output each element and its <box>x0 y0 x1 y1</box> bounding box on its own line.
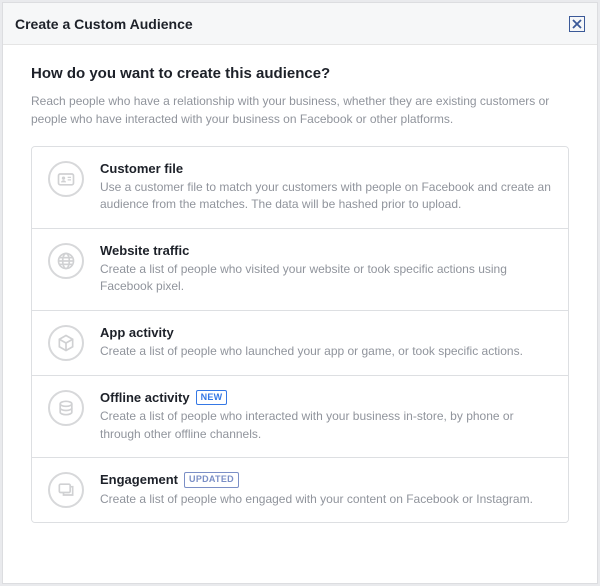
option-text: Offline activity NEW Create a list of peop… <box>100 390 552 443</box>
option-id-card[interactable]: Customer file Use a customer file to matc… <box>32 147 568 229</box>
option-cube[interactable]: App activity Create a list of people who … <box>32 311 568 376</box>
option-text: Website traffic Create a list of people w… <box>100 243 552 296</box>
subtitle-text: Reach people who have a relationship wit… <box>31 92 569 128</box>
option-text: App activity Create a list of people who … <box>100 325 552 360</box>
option-title: Website traffic <box>100 243 189 258</box>
option-description: Create a list of people who launched you… <box>100 343 552 360</box>
options-list: Customer file Use a customer file to matc… <box>31 146 569 523</box>
close-button[interactable] <box>569 16 585 32</box>
option-text: Customer file Use a customer file to matc… <box>100 161 552 214</box>
option-title-row: Offline activity NEW <box>100 390 552 406</box>
option-title-row: Customer file <box>100 161 552 176</box>
option-description: Create a list of people who engaged with… <box>100 491 552 508</box>
engagement-icon <box>48 472 84 508</box>
option-title-row: App activity <box>100 325 552 340</box>
create-custom-audience-modal: Create a Custom Audience How do you want… <box>0 0 600 586</box>
id-card-icon <box>48 161 84 197</box>
option-title: Customer file <box>100 161 183 176</box>
cube-icon <box>48 325 84 361</box>
question-heading: How do you want to create this audience? <box>31 65 569 82</box>
option-title-row: Engagement UPDATED <box>100 472 552 488</box>
option-description: Create a list of people who visited your… <box>100 261 552 296</box>
option-engagement[interactable]: Engagement UPDATED Create a list of people… <box>32 458 568 522</box>
badge-new: NEW <box>196 390 228 406</box>
option-offline[interactable]: Offline activity NEW Create a list of peop… <box>32 376 568 458</box>
option-description: Use a customer file to match your custom… <box>100 179 552 214</box>
option-title-row: Website traffic <box>100 243 552 258</box>
option-text: Engagement UPDATED Create a list of people… <box>100 472 552 508</box>
modal-inner: Create a Custom Audience How do you want… <box>2 2 598 584</box>
close-icon <box>572 17 582 31</box>
option-title: Offline activity <box>100 390 190 405</box>
option-globe[interactable]: Website traffic Create a list of people w… <box>32 229 568 311</box>
badge-updated: UPDATED <box>184 472 239 488</box>
modal-header: Create a Custom Audience <box>3 3 597 45</box>
modal-title: Create a Custom Audience <box>15 16 569 32</box>
globe-icon <box>48 243 84 279</box>
option-title: App activity <box>100 325 174 340</box>
offline-icon <box>48 390 84 426</box>
option-description: Create a list of people who interacted w… <box>100 408 552 443</box>
modal-body: How do you want to create this audience?… <box>3 45 597 583</box>
option-title: Engagement <box>100 472 178 487</box>
